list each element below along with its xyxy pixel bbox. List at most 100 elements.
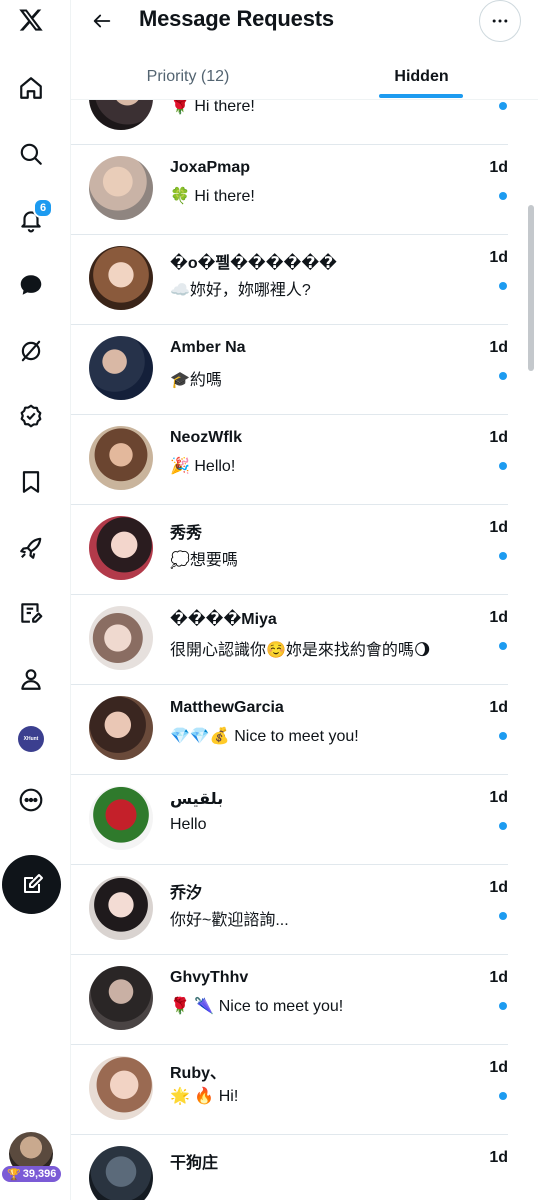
avatar bbox=[89, 696, 153, 760]
verified-icon[interactable] bbox=[11, 396, 51, 436]
conversation-name: �o�펠������ bbox=[170, 255, 337, 272]
compose-button[interactable] bbox=[2, 855, 61, 914]
unread-dot bbox=[499, 1092, 507, 1100]
conversation-name: MatthewGarcia bbox=[170, 699, 284, 716]
conversation-row[interactable]: NeozWflk 🎉 Hello! 1d bbox=[71, 414, 508, 505]
tab-priority[interactable]: Priority (12) bbox=[71, 55, 305, 99]
conversation-row[interactable]: بلقيس Hello 1d bbox=[71, 774, 508, 865]
conversation-time: 1d bbox=[489, 969, 508, 986]
conversation-name: JoxaPmap bbox=[170, 159, 251, 176]
conversation-row[interactable]: . 🌹 Hi there! bbox=[71, 100, 508, 145]
conversation-name: GhvyThhv bbox=[170, 969, 249, 986]
avatar bbox=[89, 100, 153, 130]
conversation-row[interactable]: �o�펠������ ☁️妳好，妳哪裡人? 1d bbox=[71, 234, 508, 325]
header: Message Requests bbox=[71, 0, 538, 44]
unread-dot bbox=[499, 462, 507, 470]
conversation-time: 1d bbox=[489, 699, 508, 716]
more-button[interactable] bbox=[479, 0, 521, 42]
trophy-icon: 🏆 bbox=[7, 1168, 21, 1181]
conversation-name: بلقيس bbox=[170, 791, 224, 808]
avatar bbox=[89, 336, 153, 400]
unread-dot bbox=[499, 282, 507, 290]
notifications-icon[interactable]: 6 bbox=[11, 198, 53, 240]
bookmarks-icon[interactable] bbox=[11, 462, 51, 502]
conversation-row[interactable]: Amber Na 🎓約嗎 1d bbox=[71, 324, 508, 415]
nav-rail: 6 XHunt 🏆 39,396 bbox=[0, 0, 71, 1200]
avatar bbox=[89, 1056, 153, 1120]
conversation-name: Ruby、 bbox=[170, 1065, 227, 1082]
conversation-row[interactable]: 秀秀 💭想要嗎 1d bbox=[71, 504, 508, 595]
conversation-preview: 你好~歡迎諮詢... bbox=[170, 912, 289, 929]
conversation-name: 干狗庄 bbox=[170, 1155, 219, 1172]
conversation-time: 1d bbox=[489, 1149, 508, 1166]
compose-icon bbox=[23, 873, 43, 893]
conversation-preview: 很開心認識你☺️妳是來找約會的嗎🌖 bbox=[170, 642, 431, 659]
conversation-preview: 💎💎💰 Nice to meet you! bbox=[170, 728, 359, 745]
unread-dot bbox=[499, 822, 507, 830]
active-tab-indicator bbox=[379, 94, 463, 98]
conversation-time: 1d bbox=[489, 429, 508, 446]
avatar bbox=[89, 516, 153, 580]
conversation-preview: 🎉 Hello! bbox=[170, 458, 236, 475]
unread-dot bbox=[499, 102, 507, 110]
unread-dot bbox=[499, 552, 507, 560]
conversation-preview: 🌹 🌂 Nice to meet you! bbox=[170, 998, 344, 1015]
conversation-time: 1d bbox=[489, 249, 508, 266]
messages-icon[interactable] bbox=[11, 265, 51, 305]
unread-dot bbox=[499, 912, 507, 920]
conversation-name: 秀秀 bbox=[170, 525, 203, 542]
conversation-time: 1d bbox=[489, 519, 508, 536]
home-icon[interactable] bbox=[11, 68, 51, 108]
conversation-time: 1d bbox=[489, 339, 508, 356]
conversation-preview: 🌟 🔥 Hi! bbox=[170, 1088, 239, 1105]
conversation-row[interactable]: ����Miya 很開心認識你☺️妳是來找約會的嗎🌖 1d bbox=[71, 594, 508, 685]
tab-hidden[interactable]: Hidden bbox=[305, 55, 538, 99]
notifications-badge: 6 bbox=[33, 198, 53, 218]
compose-article-icon[interactable] bbox=[11, 593, 51, 633]
avatar bbox=[89, 156, 153, 220]
conversation-preview: 🌹 Hi there! bbox=[170, 100, 255, 115]
grok-icon[interactable] bbox=[11, 331, 51, 371]
tab-bar: Priority (12) Hidden bbox=[71, 55, 538, 100]
avatar bbox=[89, 1146, 153, 1200]
unread-dot bbox=[499, 1002, 507, 1010]
conversation-time: 1d bbox=[489, 609, 508, 626]
conversation-name: ����Miya bbox=[170, 611, 277, 628]
conversation-row[interactable]: JoxaPmap 🍀 Hi there! 1d bbox=[71, 144, 508, 235]
conversation-time: 1d bbox=[489, 1059, 508, 1076]
unread-dot bbox=[499, 642, 507, 650]
avatar bbox=[89, 786, 153, 850]
unread-dot bbox=[499, 372, 507, 380]
conversation-row[interactable]: MatthewGarcia 💎💎💰 Nice to meet you! 1d bbox=[71, 684, 508, 775]
page-title: Message Requests bbox=[139, 6, 334, 31]
unread-dot bbox=[499, 192, 507, 200]
avatar bbox=[89, 966, 153, 1030]
search-icon[interactable] bbox=[11, 134, 51, 174]
conversation-row[interactable]: GhvyThhv 🌹 🌂 Nice to meet you! 1d bbox=[71, 954, 508, 1045]
unread-dot bbox=[499, 732, 507, 740]
conversation-list: . 🌹 Hi there! JoxaPmap 🍀 Hi there! 1d �o… bbox=[71, 100, 508, 1200]
xhunt-icon[interactable]: XHunt bbox=[11, 719, 51, 759]
profile-icon[interactable] bbox=[11, 659, 51, 699]
arrow-left-icon bbox=[93, 14, 111, 28]
rocket-icon[interactable] bbox=[11, 528, 51, 568]
conversation-name: NeozWflk bbox=[170, 429, 242, 446]
conversation-row[interactable]: 乔汐 你好~歡迎諮詢... 1d bbox=[71, 864, 508, 955]
conversation-time: 1d bbox=[489, 159, 508, 176]
back-button[interactable] bbox=[89, 8, 115, 34]
avatar bbox=[89, 606, 153, 670]
avatar bbox=[89, 876, 153, 940]
conversation-name: Amber Na bbox=[170, 339, 246, 356]
more-options-icon[interactable] bbox=[11, 780, 51, 820]
conversation-row[interactable]: 干狗庄 1d bbox=[71, 1134, 508, 1200]
conversation-row[interactable]: Ruby、 🌟 🔥 Hi! 1d bbox=[71, 1044, 508, 1135]
conversation-time: 1d bbox=[489, 879, 508, 896]
ellipsis-icon bbox=[492, 19, 508, 23]
avatar bbox=[89, 246, 153, 310]
conversation-preview: Hello bbox=[170, 816, 207, 833]
scrollbar[interactable] bbox=[528, 205, 534, 371]
conversation-preview: 🎓約嗎 bbox=[170, 372, 222, 389]
conversation-preview: 🍀 Hi there! bbox=[170, 188, 255, 205]
conversation-preview: 💭想要嗎 bbox=[170, 552, 238, 569]
x-logo-icon[interactable] bbox=[11, 0, 51, 40]
